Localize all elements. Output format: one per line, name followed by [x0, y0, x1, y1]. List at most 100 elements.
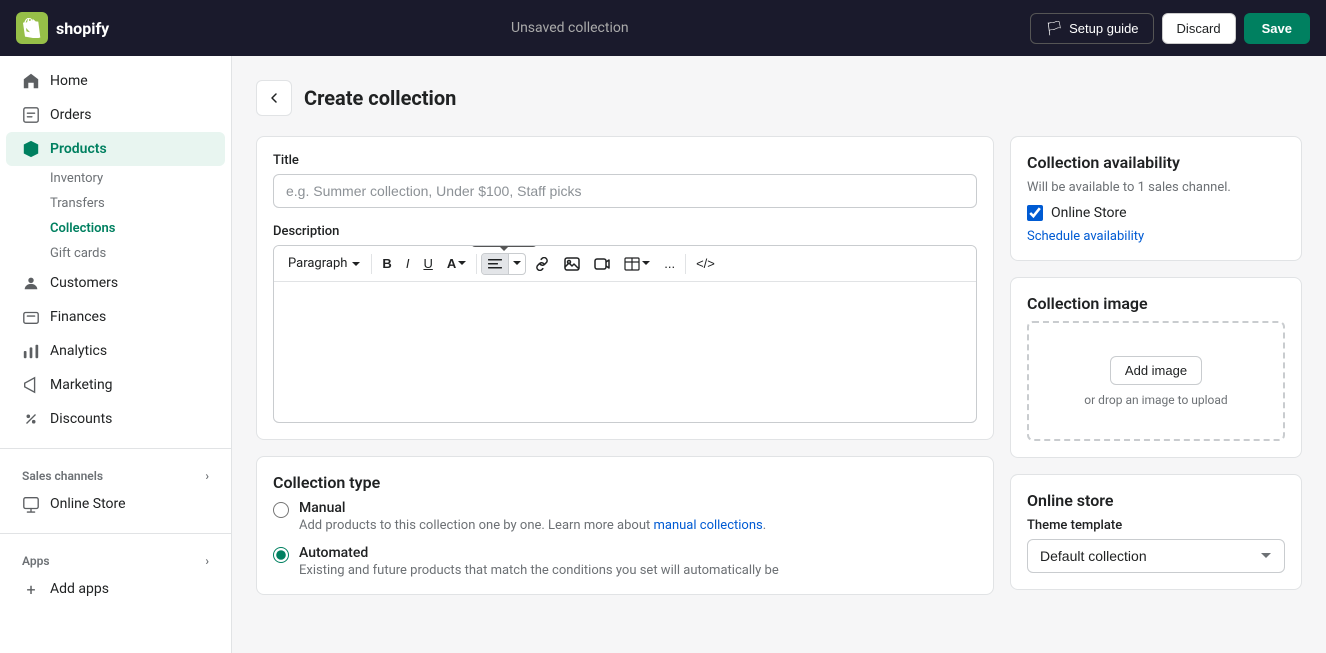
customers-icon — [22, 274, 40, 292]
manual-label: Manual — [299, 500, 766, 516]
apps-label: Apps › — [0, 546, 231, 572]
toolbar-divider-2 — [476, 254, 477, 274]
availability-title: Collection availability — [1027, 153, 1285, 172]
online-store-checkbox[interactable] — [1027, 205, 1043, 221]
home-icon — [22, 72, 40, 90]
bag-icon — [23, 18, 41, 38]
more-button[interactable]: ... — [658, 252, 681, 275]
alignment-dropdown-button[interactable] — [508, 254, 525, 274]
sidebar-item-online-store[interactable]: Online Store — [6, 487, 225, 521]
image-title: Collection image — [1027, 294, 1285, 313]
apps-expand-icon: › — [205, 554, 209, 568]
automated-option-content: Automated Existing and future products t… — [299, 545, 779, 578]
toolbar-divider-3 — [685, 254, 686, 274]
radio-group: Manual Add products to this collection o… — [273, 500, 977, 578]
sidebar-sub-inventory[interactable]: Inventory — [50, 166, 225, 191]
availability-desc: Will be available to 1 sales channel. — [1027, 180, 1285, 195]
sidebar-products-sub: Inventory Transfers Collections Gift car… — [0, 166, 231, 266]
manual-collections-link[interactable]: manual collections — [653, 518, 762, 533]
collection-type-title: Collection type — [273, 473, 977, 492]
finances-icon — [22, 308, 40, 326]
sidebar-sub-collections[interactable]: Collections — [50, 216, 225, 241]
topbar: shopify Unsaved collection 🏳 Setup guide… — [0, 0, 1326, 56]
shopify-logo-icon — [16, 12, 48, 44]
online-store-icon — [22, 495, 40, 513]
title-description-card: Title Description Paragraph — [256, 136, 994, 440]
alignment-wrapper: Alignment — [481, 253, 526, 275]
alignment-dropdown-icon — [513, 261, 521, 266]
add-apps-icon: + — [22, 580, 40, 598]
add-image-button[interactable]: Add image — [1110, 356, 1202, 385]
align-left-button[interactable] — [482, 254, 508, 274]
upload-hint: or drop an image to upload — [1084, 393, 1227, 407]
sidebar-item-marketing[interactable]: Marketing — [6, 368, 225, 402]
orders-icon — [22, 106, 40, 124]
bold-button[interactable]: B — [376, 252, 397, 275]
manual-option: Manual Add products to this collection o… — [273, 500, 977, 533]
sidebar-item-finances[interactable]: Finances — [6, 300, 225, 334]
toolbar-divider-1 — [371, 254, 372, 274]
sidebar-item-discounts[interactable]: Discounts — [6, 402, 225, 436]
sidebar: Home Orders Products Inventory Transfers… — [0, 56, 232, 653]
collection-type-card: Collection type Manual Add products to t… — [256, 456, 994, 595]
table-dropdown-icon — [642, 261, 650, 266]
content-main: Title Description Paragraph — [256, 136, 994, 595]
align-left-icon — [488, 258, 502, 270]
sidebar-item-products[interactable]: Products — [6, 132, 225, 166]
discard-button[interactable]: Discard — [1162, 13, 1236, 44]
code-button[interactable]: </> — [690, 252, 721, 275]
rich-toolbar: Paragraph B I U A — [274, 246, 976, 282]
back-button[interactable] — [256, 80, 292, 116]
page-title: Create collection — [304, 86, 456, 110]
sidebar-item-home[interactable]: Home — [6, 64, 225, 98]
theme-template-select[interactable]: Default collection Collection Frontpage — [1027, 539, 1285, 573]
sidebar-divider-2 — [0, 533, 231, 534]
table-button[interactable] — [618, 253, 656, 275]
sidebar-divider-1 — [0, 448, 231, 449]
schedule-availability-link[interactable]: Schedule availability — [1027, 229, 1285, 244]
underline-button[interactable]: U — [417, 252, 438, 275]
rich-content-area[interactable] — [274, 282, 976, 422]
automated-radio[interactable] — [273, 547, 289, 563]
sidebar-item-analytics[interactable]: Analytics — [6, 334, 225, 368]
sales-channels-label: Sales channels › — [0, 461, 231, 487]
title-input[interactable] — [273, 174, 977, 208]
link-button[interactable] — [528, 253, 556, 275]
sidebar-apps-section: Apps › + Add apps — [0, 538, 231, 614]
title-field-label: Title — [273, 153, 977, 168]
brand-logo: shopify — [16, 12, 109, 44]
content-layout: Title Description Paragraph — [256, 136, 1302, 595]
paragraph-select[interactable]: Paragraph — [282, 253, 367, 274]
manual-radio[interactable] — [273, 502, 289, 518]
back-arrow-icon — [266, 90, 282, 106]
analytics-icon — [22, 342, 40, 360]
video-button[interactable] — [588, 253, 616, 275]
image-upload-area[interactable]: Add image or drop an image to upload — [1027, 321, 1285, 441]
discounts-icon — [22, 410, 40, 428]
text-color-button[interactable]: A — [441, 252, 472, 275]
topbar-actions: 🏳 Setup guide Discard Save — [1030, 13, 1310, 44]
link-icon — [534, 257, 550, 271]
image-icon — [564, 257, 580, 271]
alignment-group — [481, 253, 526, 275]
save-button[interactable]: Save — [1244, 13, 1310, 44]
sidebar-sales-channels: Sales channels › Online Store — [0, 453, 231, 529]
online-store-card: Online store Theme template Default coll… — [1010, 474, 1302, 590]
text-color-icon: A — [447, 256, 456, 271]
italic-button[interactable]: I — [400, 252, 416, 275]
text-color-dropdown-icon — [458, 261, 466, 266]
setup-guide-button[interactable]: 🏳 Setup guide — [1030, 13, 1153, 44]
image-button[interactable] — [558, 253, 586, 275]
table-icon — [624, 257, 640, 271]
sidebar-sub-transfers[interactable]: Transfers — [50, 191, 225, 216]
sidebar-sub-gift-cards[interactable]: Gift cards — [50, 241, 225, 266]
sidebar-item-customers[interactable]: Customers — [6, 266, 225, 300]
online-store-label: Online Store — [1051, 205, 1127, 221]
marketing-icon — [22, 376, 40, 394]
sidebar-item-orders[interactable]: Orders — [6, 98, 225, 132]
sidebar-item-add-apps[interactable]: + Add apps — [6, 572, 225, 606]
flag-icon: 🏳 — [1045, 20, 1063, 37]
automated-desc: Existing and future products that match … — [299, 563, 779, 578]
brand-name: shopify — [56, 19, 109, 38]
products-icon — [22, 140, 40, 158]
